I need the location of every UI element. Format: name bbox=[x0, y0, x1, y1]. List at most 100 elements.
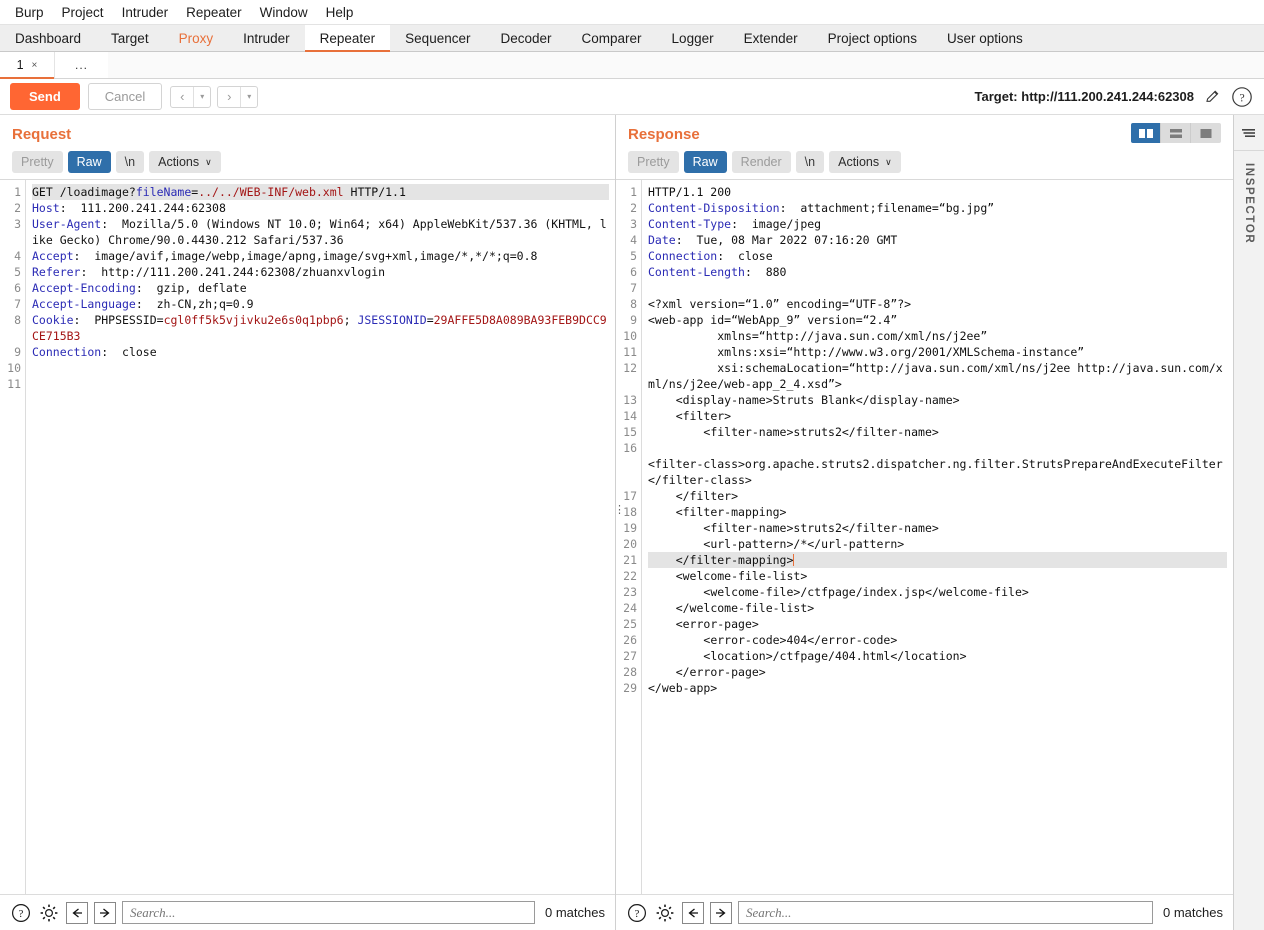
code-line: <filter-mapping> bbox=[648, 504, 1227, 520]
code-line: </welcome-file-list> bbox=[648, 600, 1227, 616]
code-line: ​ bbox=[32, 376, 609, 392]
request-actions-button[interactable]: Actions ∨ bbox=[149, 151, 221, 173]
single-view-button[interactable] bbox=[1191, 123, 1221, 143]
tab-decoder[interactable]: Decoder bbox=[485, 25, 566, 51]
hamburger-icon[interactable] bbox=[1234, 115, 1264, 151]
code-span: xmlns=“http://java.sun.com/xml/ns/j2ee” bbox=[648, 329, 987, 343]
tab-proxy[interactable]: Proxy bbox=[164, 25, 229, 51]
code-line: </filter> bbox=[648, 488, 1227, 504]
response-mode-newline[interactable]: \n bbox=[796, 151, 824, 173]
chevron-left-icon: ‹ bbox=[171, 87, 193, 107]
line-number: 22 bbox=[620, 568, 637, 584]
code-line: HTTP/1.1 200 bbox=[648, 184, 1227, 200]
code-span: <display-name>Struts Blank</display-name… bbox=[648, 393, 960, 407]
code-span: User-Agent bbox=[32, 217, 101, 231]
menubar: Burp Project Intruder Repeater Window He… bbox=[0, 0, 1264, 25]
tab-target[interactable]: Target bbox=[96, 25, 164, 51]
search-next-button[interactable] bbox=[710, 902, 732, 924]
help-icon[interactable]: ? bbox=[1230, 85, 1254, 109]
response-mode-pretty[interactable]: Pretty bbox=[628, 151, 679, 173]
code-line: xmlns=“http://java.sun.com/xml/ns/j2ee” bbox=[648, 328, 1227, 344]
tab-logger[interactable]: Logger bbox=[657, 25, 729, 51]
close-icon[interactable]: × bbox=[32, 60, 38, 71]
search-next-button[interactable] bbox=[94, 902, 116, 924]
request-search-input[interactable] bbox=[122, 901, 535, 924]
code-span: JSESSIONID bbox=[357, 313, 426, 327]
gear-icon[interactable] bbox=[654, 902, 676, 924]
inspector-label[interactable]: INSPECTOR bbox=[1243, 163, 1255, 244]
code-line: Host: 111.200.241.244:62308 bbox=[32, 200, 609, 216]
line-number: 7 bbox=[4, 296, 21, 312]
stacked-view-button[interactable] bbox=[1161, 123, 1191, 143]
response-search-input[interactable] bbox=[738, 901, 1153, 924]
tab-repeater[interactable]: Repeater bbox=[305, 25, 391, 51]
code-span: ; bbox=[344, 313, 358, 327]
tab-extender[interactable]: Extender bbox=[729, 25, 813, 51]
tab-intruder[interactable]: Intruder bbox=[228, 25, 305, 51]
code-line: xmlns:xsi=“http://www.w3.org/2001/XMLSch… bbox=[648, 344, 1227, 360]
code-line: <location>/ctfpage/404.html</location> bbox=[648, 648, 1227, 664]
search-prev-button[interactable] bbox=[66, 902, 88, 924]
pencil-icon[interactable] bbox=[1200, 85, 1224, 109]
line-number: 6 bbox=[620, 264, 637, 280]
code-span: Accept-Language bbox=[32, 297, 136, 311]
code-line: Accept: image/avif,image/webp,image/apng… bbox=[32, 248, 609, 264]
tab-sequencer[interactable]: Sequencer bbox=[390, 25, 485, 51]
code-span: : image/avif,image/webp,image/apng,image… bbox=[74, 249, 538, 263]
code-line: Connection: close bbox=[32, 344, 609, 360]
tab-user-options[interactable]: User options bbox=[932, 25, 1038, 51]
tab-dashboard[interactable]: Dashboard bbox=[0, 25, 96, 51]
line-number: 7 bbox=[620, 280, 637, 296]
repeater-tab-1[interactable]: 1 × bbox=[0, 52, 54, 78]
code-span: : gzip, deflate bbox=[136, 281, 247, 295]
history-back-button[interactable]: ‹ ▾ bbox=[170, 86, 211, 108]
text-cursor bbox=[793, 554, 794, 566]
tab-project-options[interactable]: Project options bbox=[813, 25, 932, 51]
response-mode-render[interactable]: Render bbox=[732, 151, 791, 173]
code-span: cgl0ff5k5vjivku2e6s0q1pbp6 bbox=[164, 313, 344, 327]
request-mode-newline[interactable]: \n bbox=[116, 151, 144, 173]
request-editor[interactable]: 123 45678 91011 GET /loadimage?fileName=… bbox=[0, 179, 615, 894]
burp-suite-window: Burp Project Intruder Repeater Window He… bbox=[0, 0, 1264, 930]
code-line: <filter-name>struts2</filter-name> bbox=[648, 424, 1227, 440]
line-number: 6 bbox=[4, 280, 21, 296]
code-line: <display-name>Struts Blank</display-name… bbox=[648, 392, 1227, 408]
response-mode-raw[interactable]: Raw bbox=[684, 151, 727, 173]
response-line-numbers: 123456789101112 13141516 171819202122232… bbox=[616, 180, 642, 894]
help-icon[interactable]: ? bbox=[626, 902, 648, 924]
menu-item-intruder[interactable]: Intruder bbox=[113, 3, 178, 22]
line-number: 21 bbox=[620, 552, 637, 568]
menu-item-burp[interactable]: Burp bbox=[6, 3, 53, 22]
gear-icon[interactable] bbox=[38, 902, 60, 924]
request-code[interactable]: GET /loadimage?fileName=../../WEB-INF/we… bbox=[26, 180, 615, 894]
line-number: 1 bbox=[4, 184, 21, 200]
side-by-side-view-button[interactable] bbox=[1131, 123, 1161, 143]
repeater-new-tab-button[interactable]: ... bbox=[54, 52, 108, 78]
line-number: 18 bbox=[620, 504, 637, 520]
menu-item-project[interactable]: Project bbox=[53, 3, 113, 22]
send-button[interactable]: Send bbox=[10, 83, 80, 110]
response-code[interactable]: HTTP/1.1 200Content-Disposition: attachm… bbox=[642, 180, 1233, 894]
search-prev-button[interactable] bbox=[682, 902, 704, 924]
code-span: <web-app id=“WebApp_9” version=“2.4” bbox=[648, 313, 897, 327]
line-number: 8 bbox=[4, 312, 21, 328]
code-span: <error-code>404</error-code> bbox=[648, 633, 897, 647]
code-line: Date: Tue, 08 Mar 2022 07:16:20 GMT bbox=[648, 232, 1227, 248]
response-editor[interactable]: 123456789101112 13141516 171819202122232… bbox=[616, 179, 1233, 894]
svg-text:?: ? bbox=[19, 908, 24, 920]
request-response-split: Request Pretty Raw \n Actions ∨ 123 4567… bbox=[0, 115, 1264, 930]
code-line: Referer: http://111.200.241.244:62308/zh… bbox=[32, 264, 609, 280]
menu-item-repeater[interactable]: Repeater bbox=[177, 3, 251, 22]
request-mode-pretty[interactable]: Pretty bbox=[12, 151, 63, 173]
request-title: Request bbox=[0, 115, 71, 151]
response-actions-button[interactable]: Actions ∨ bbox=[829, 151, 901, 173]
tab-comparer[interactable]: Comparer bbox=[567, 25, 657, 51]
code-line: Accept-Encoding: gzip, deflate bbox=[32, 280, 609, 296]
code-line: Cookie: PHPSESSID=cgl0ff5k5vjivku2e6s0q1… bbox=[32, 312, 609, 344]
request-mode-raw[interactable]: Raw bbox=[68, 151, 111, 173]
help-icon[interactable]: ? bbox=[10, 902, 32, 924]
menu-item-window[interactable]: Window bbox=[251, 3, 317, 22]
history-forward-button[interactable]: › ▾ bbox=[217, 86, 258, 108]
menu-item-help[interactable]: Help bbox=[317, 3, 363, 22]
cancel-button[interactable]: Cancel bbox=[88, 83, 162, 110]
